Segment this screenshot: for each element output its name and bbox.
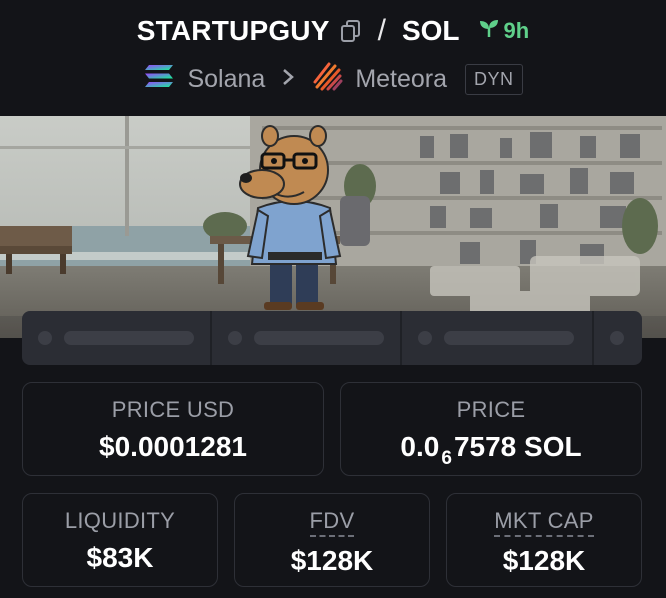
- fdv-card[interactable]: FDV $128K: [234, 493, 430, 587]
- pair-age: 9h: [478, 17, 530, 45]
- skeleton-segment: [594, 311, 642, 365]
- token-name[interactable]: STARTUPGUY: [137, 15, 330, 47]
- fdv-value: $128K: [290, 545, 374, 576]
- price-unit: SOL: [524, 431, 582, 462]
- market-cap-card[interactable]: MKT CAP $128K: [446, 493, 642, 587]
- market-cap-value: $128K: [502, 545, 586, 576]
- chain-name[interactable]: Solana: [187, 65, 265, 94]
- price-native-value: 0.0 67578 SOL: [341, 431, 641, 469]
- price-native-label: PRICE: [456, 397, 526, 422]
- age-text: 9h: [503, 18, 530, 43]
- skeleton-segment: [22, 311, 212, 365]
- seedling-icon: [478, 17, 500, 45]
- liquidity-card: LIQUIDITY $83K: [22, 493, 218, 587]
- pool-type-badge: DYN: [465, 64, 523, 95]
- quote-symbol: SOL: [401, 15, 460, 46]
- token-banner-image: [0, 116, 666, 338]
- solana-logo: [143, 63, 175, 96]
- price-native-card: PRICE 0.0 67578 SOL: [340, 382, 642, 476]
- price-usd-value: $0.0001281: [99, 431, 247, 462]
- market-cap-label[interactable]: MKT CAP: [494, 508, 594, 537]
- price-zero-count: 6: [441, 448, 452, 469]
- liquidity-label: LIQUIDITY: [64, 508, 176, 533]
- chain-row: Solana Meteora DYN: [0, 60, 666, 99]
- liquidity-value: $83K: [86, 542, 154, 573]
- copy-icon[interactable]: [340, 19, 362, 43]
- chevron-right-icon: [281, 67, 295, 93]
- price-prefix: 0.0: [400, 431, 440, 462]
- title-row: STARTUPGUY / SOL 9h: [0, 14, 666, 48]
- skeleton-segment: [402, 311, 594, 365]
- price-usd-label: PRICE USD: [111, 397, 235, 422]
- price-usd-card: PRICE USD $0.0001281: [22, 382, 324, 476]
- loading-skeleton-bar: [22, 311, 642, 365]
- dex-name[interactable]: Meteora: [355, 65, 447, 94]
- skeleton-segment: [212, 311, 402, 365]
- fdv-label[interactable]: FDV: [309, 508, 355, 537]
- price-digits: 7578: [453, 431, 517, 462]
- pair-separator: /: [377, 14, 386, 47]
- pair-header: STARTUPGUY / SOL 9h Solana Meteora DYN: [0, 0, 666, 116]
- meteora-logo: [311, 60, 343, 99]
